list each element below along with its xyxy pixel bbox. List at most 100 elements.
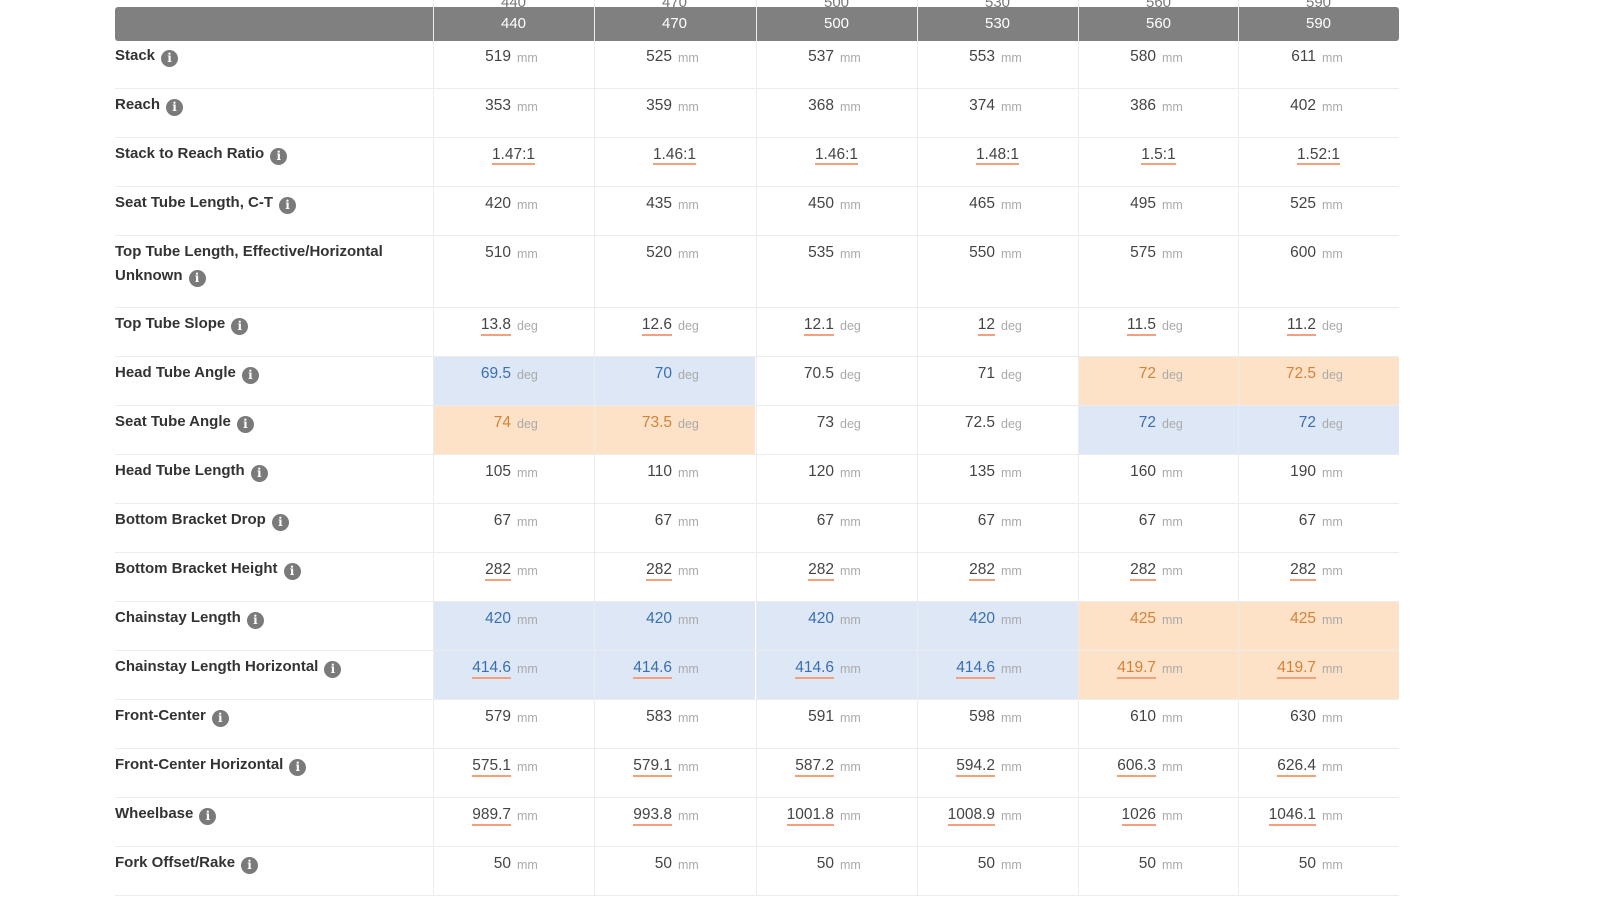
- value-cell: 72 deg: [1238, 406, 1399, 454]
- info-icon[interactable]: i: [279, 197, 297, 214]
- info-icon[interactable]: i: [188, 270, 206, 287]
- value[interactable]: 594.2: [956, 757, 995, 777]
- info-icon[interactable]: i: [241, 367, 259, 384]
- value-cell: 353 mm: [433, 89, 594, 137]
- value-cell: 11.5 deg: [1078, 308, 1239, 356]
- value-cell: 419.7 mm: [1078, 651, 1239, 699]
- value[interactable]: 414.6: [472, 659, 511, 679]
- unit: mm: [1162, 662, 1183, 676]
- info-icon[interactable]: i: [270, 148, 288, 165]
- value-cell: 420 mm: [917, 602, 1078, 650]
- value: 110: [647, 463, 672, 480]
- value: 525: [1290, 195, 1316, 212]
- value[interactable]: 282: [1130, 561, 1156, 581]
- info-icon[interactable]: i: [246, 612, 264, 629]
- value-cell: 67 mm: [756, 504, 917, 552]
- info-icon[interactable]: i: [289, 759, 307, 776]
- unit: mm: [1001, 711, 1022, 725]
- value[interactable]: 282: [646, 561, 672, 581]
- unit: mm: [678, 858, 699, 872]
- row-label: Bottom Bracket Drop i: [115, 508, 415, 532]
- value-cell: 71 deg: [917, 357, 1078, 405]
- value-cell: 606.3 mm: [1078, 749, 1239, 797]
- value[interactable]: 989.7: [472, 806, 511, 826]
- info-icon[interactable]: i: [231, 318, 249, 335]
- value[interactable]: 414.6: [956, 659, 995, 679]
- value[interactable]: 579.1: [633, 757, 672, 777]
- value[interactable]: 1026: [1121, 806, 1156, 826]
- value[interactable]: 282: [969, 561, 995, 581]
- value[interactable]: 13.8: [480, 316, 511, 336]
- size-label: 530: [984, 15, 1011, 32]
- unit: mm: [1322, 711, 1343, 725]
- size-header-500: 500 500: [756, 0, 917, 40]
- unit: mm: [517, 51, 538, 65]
- value-cell: 594.2 mm: [917, 749, 1078, 797]
- size-label-ghost: 530: [984, 0, 1011, 11]
- value[interactable]: 1046.1: [1268, 806, 1316, 826]
- row-label: Front-Center i: [115, 704, 415, 728]
- value[interactable]: 12.6: [641, 316, 672, 336]
- unit: mm: [1322, 198, 1343, 212]
- value: 525: [646, 48, 672, 65]
- value: 120: [808, 463, 834, 480]
- value[interactable]: 414.6: [795, 659, 834, 679]
- value[interactable]: 12.1: [803, 316, 834, 336]
- value[interactable]: 1.46:1: [594, 146, 755, 165]
- value-cell: 1046.1 mm: [1238, 798, 1399, 846]
- column-divider: [594, 0, 595, 896]
- value: 73: [816, 414, 834, 431]
- value-cell: 1.46:1: [756, 138, 917, 186]
- value[interactable]: 282: [1290, 561, 1316, 581]
- value[interactable]: 1.5:1: [1078, 146, 1239, 165]
- value[interactable]: 414.6: [633, 659, 672, 679]
- info-icon[interactable]: i: [199, 808, 217, 825]
- info-icon[interactable]: i: [241, 857, 259, 874]
- value[interactable]: 282: [485, 561, 511, 581]
- row-label-text: Front-Center: [115, 707, 206, 724]
- value: 520: [646, 244, 672, 261]
- value[interactable]: 1008.9: [947, 806, 995, 826]
- row-label-text: Front-Center Horizontal: [115, 756, 284, 773]
- value[interactable]: 993.8: [633, 806, 672, 826]
- unit: mm: [1001, 515, 1022, 529]
- value[interactable]: 606.3: [1117, 757, 1156, 777]
- row-label: Seat Tube Length, C-T i: [115, 191, 415, 215]
- value: 580: [1130, 48, 1156, 65]
- value-cell: 13.8 deg: [433, 308, 594, 356]
- info-icon[interactable]: i: [211, 710, 229, 727]
- value[interactable]: 1.52:1: [1238, 146, 1399, 165]
- value[interactable]: 11.5: [1126, 316, 1156, 336]
- info-icon[interactable]: i: [271, 514, 289, 531]
- value: 386: [1130, 97, 1156, 114]
- info-icon[interactable]: i: [250, 465, 268, 482]
- info-icon[interactable]: i: [324, 661, 342, 678]
- value[interactable]: 11.2: [1286, 316, 1316, 336]
- info-icon[interactable]: i: [166, 99, 184, 116]
- value: 435: [646, 195, 672, 212]
- info-icon[interactable]: i: [236, 416, 254, 433]
- value[interactable]: 1.48:1: [917, 146, 1078, 165]
- table-row: Stack i 519 mm 525 mm 537 mm 553 mm 580 mm 611 mm: [115, 40, 1399, 89]
- value[interactable]: 1.47:1: [433, 146, 594, 165]
- info-icon[interactable]: i: [161, 50, 179, 67]
- column-divider: [1238, 0, 1239, 896]
- value: 67: [1298, 512, 1316, 529]
- value-cell: 282 mm: [1238, 553, 1399, 601]
- value[interactable]: 1001.8: [786, 806, 834, 826]
- info-icon[interactable]: i: [283, 563, 301, 580]
- value: 537: [808, 48, 834, 65]
- value[interactable]: 587.2: [795, 757, 834, 777]
- value[interactable]: 626.4: [1277, 757, 1316, 777]
- unit: mm: [678, 198, 699, 212]
- value-cell: 11.2 deg: [1238, 308, 1399, 356]
- table-row: Wheelbase i 989.7 mm 993.8 mm 1001.8 mm 1008.9 mm…: [115, 798, 1399, 847]
- value[interactable]: 1.46:1: [756, 146, 917, 165]
- value-cell: 583 mm: [594, 700, 755, 748]
- value[interactable]: 419.7: [1277, 659, 1316, 679]
- value[interactable]: 575.1: [472, 757, 511, 777]
- value[interactable]: 419.7: [1117, 659, 1156, 679]
- value[interactable]: 282: [808, 561, 834, 581]
- value[interactable]: 12: [977, 316, 995, 336]
- table-row: Top Tube Length, Effective/Horizontal Un…: [115, 236, 1399, 308]
